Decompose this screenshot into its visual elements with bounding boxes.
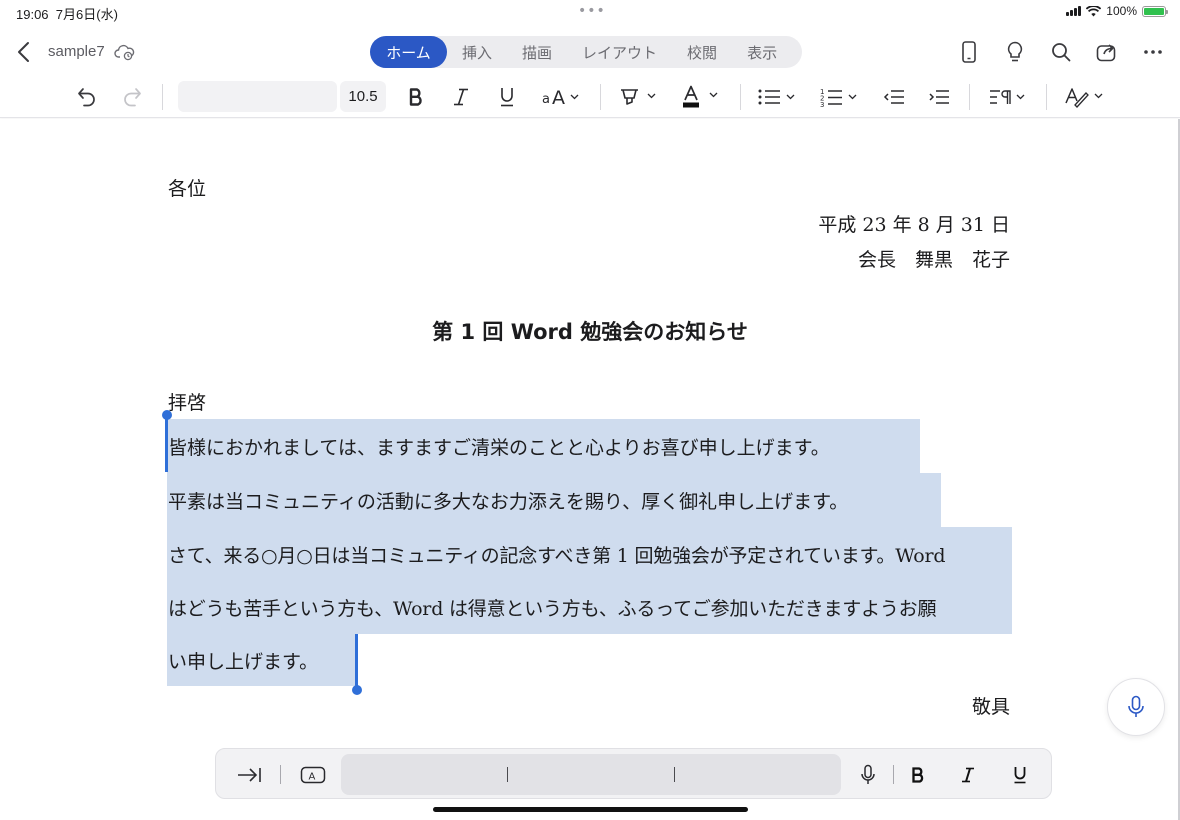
ribbon-divider [740,84,741,110]
svg-text:A: A [309,772,316,783]
svg-text:a: a [542,92,550,107]
status-date: 7月6日(水) [55,7,118,22]
highlighter-icon[interactable] [618,81,660,113]
status-indicators: 100% [1066,4,1168,18]
microphone-icon [1128,695,1144,717]
formatting-ribbon: 10.5 aA 123 [0,76,1180,118]
body-line: 皆様におかれましては、ますますご清栄のことと心よりお喜び申し上げます。 [168,437,830,459]
mobile-view-icon[interactable] [954,38,984,66]
ribbon-divider [1046,84,1047,110]
body-line: はどうも苦手という方も、Word は得意という方も、ふるってご参加いただきますよ… [168,598,937,620]
date-line: 平成 23 年 8 月 31 日 [818,214,1010,236]
ribbon-divider [969,84,970,110]
font-name-field[interactable] [178,81,337,112]
tab-draw[interactable]: 描画 [507,36,567,68]
top-right-actions [954,38,1168,66]
tab-insert[interactable]: 挿入 [447,36,507,68]
title-bar: sample7 ホーム 挿入 描画 レイアウト 校閲 表示 [0,28,1180,76]
salutation: 拝啓 [168,392,207,414]
svg-text:A: A [552,87,565,107]
paragraph-marks-icon[interactable] [988,81,1030,113]
lightbulb-icon[interactable] [1000,38,1030,66]
body-line: い申し上げます。 [168,651,319,673]
keyboard-underline-icon[interactable] [1008,759,1032,791]
multitasking-dots-icon[interactable]: ••• [578,3,606,19]
accessory-divider [893,765,894,784]
bullet-list-icon[interactable] [757,81,799,113]
accessory-divider [280,765,281,784]
tab-layout[interactable]: レイアウト [567,36,672,68]
addressee: 各位 [168,178,207,200]
tab-view[interactable]: 表示 [732,36,792,68]
sender-line: 会長 舞黒 花子 [857,249,1010,271]
keyboard-bold-icon[interactable] [906,759,930,791]
battery-icon [1142,5,1168,17]
body-line: さて、来る○月○日は当コミュニティの記念すべき第 1 回勉強会が予定されています… [168,545,946,567]
decrease-indent-icon[interactable] [880,81,908,113]
dictation-key-icon[interactable] [856,759,880,791]
redo-icon[interactable] [117,81,147,113]
tab-home[interactable]: ホーム [370,36,447,68]
document-name[interactable]: sample7 [48,43,105,60]
numbered-list-icon[interactable]: 123 [820,81,862,113]
document-title: 第 1 回 Word 勉強会のお知らせ [432,320,748,344]
back-chevron-icon[interactable] [14,40,36,64]
wifi-icon [1086,5,1102,16]
share-icon[interactable] [1092,38,1122,66]
tab-key-icon[interactable] [234,759,264,791]
selection-end-handle[interactable] [352,685,362,695]
keyboard-accessory-bar: A [215,748,1052,799]
tab-review[interactable]: 校閲 [672,36,732,68]
status-time: 19:06 7月6日(水) [16,7,118,22]
home-indicator[interactable] [433,807,748,812]
cloud-sync-icon[interactable] [114,42,136,62]
bold-icon[interactable] [402,81,430,113]
font-size-adjust-icon[interactable]: aA [540,81,584,113]
italic-icon[interactable] [447,81,475,113]
keyboard-italic-icon[interactable] [956,759,980,791]
selection-start-caret [165,415,168,472]
ribbon-divider [162,84,163,110]
increase-indent-icon[interactable] [925,81,953,113]
ribbon-divider [600,84,601,110]
underline-icon[interactable] [493,81,521,113]
editor-styles-icon[interactable] [1064,81,1108,113]
body-line: 平素は当コミュニティの活動に多大なお力添えを賜り、厚く御礼申し上げます。 [168,491,849,513]
battery-percent: 100% [1106,4,1137,18]
ribbon-tab-bar: ホーム 挿入 描画 レイアウト 校閲 表示 [370,36,802,68]
prediction-bar[interactable] [341,754,841,795]
closing: 敬具 [971,696,1010,718]
selection-end-caret [355,634,358,689]
text-input-mode-icon[interactable]: A [298,759,328,791]
dictate-button[interactable] [1107,678,1165,736]
search-icon[interactable] [1046,38,1076,66]
cellular-signal-icon [1066,6,1082,16]
svg-text:3: 3 [820,101,824,108]
undo-icon[interactable] [72,81,102,113]
status-bar: 19:06 7月6日(水) ••• 100% [0,0,1180,24]
font-color-icon[interactable] [680,81,722,113]
font-size-field[interactable]: 10.5 [340,81,386,112]
more-options-icon[interactable] [1138,38,1168,66]
